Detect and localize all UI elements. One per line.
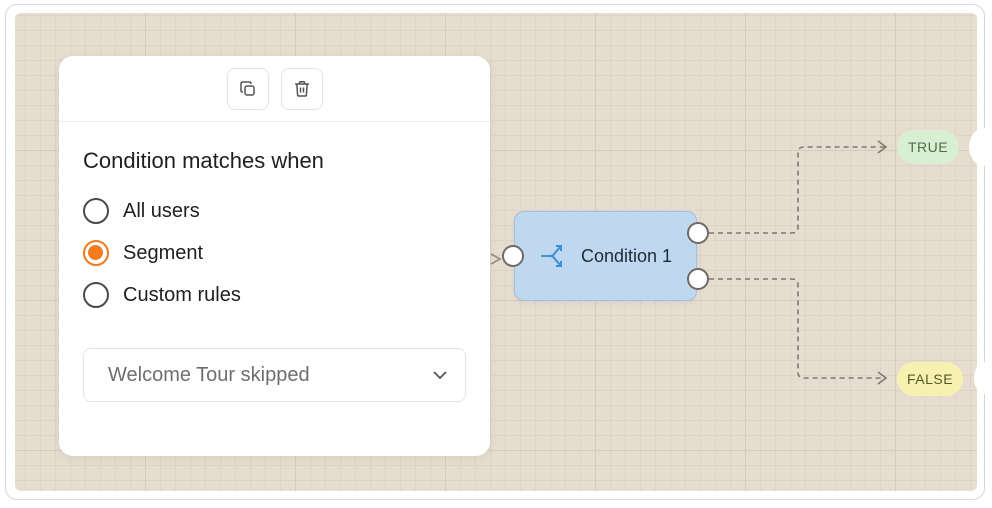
trash-icon bbox=[294, 80, 309, 97]
radio-option-segment[interactable]: Segment bbox=[83, 240, 203, 266]
radio-option-custom-rules[interactable]: Custom rules bbox=[83, 282, 241, 308]
segment-select-value: Welcome Tour skipped bbox=[108, 363, 310, 386]
false-connector bbox=[709, 278, 884, 379]
panel-title: Condition matches when bbox=[83, 148, 324, 173]
copy-icon bbox=[239, 80, 255, 96]
false-branch-badge: FALSE bbox=[897, 362, 963, 396]
chevron-down-icon bbox=[433, 370, 447, 379]
radio-option-all-users[interactable]: All users bbox=[83, 198, 200, 224]
radio-label: All users bbox=[123, 199, 200, 222]
segment-select[interactable]: Welcome Tour skipped bbox=[83, 348, 466, 402]
radio-button[interactable] bbox=[83, 198, 109, 224]
input-port[interactable] bbox=[502, 245, 524, 267]
split-arrows-icon bbox=[541, 245, 562, 267]
next-node-stub bbox=[974, 362, 992, 394]
delete-button[interactable] bbox=[280, 67, 323, 110]
duplicate-button[interactable] bbox=[226, 67, 269, 110]
true-connector bbox=[709, 146, 884, 234]
incoming-arrow bbox=[490, 253, 502, 265]
condition-node-label: Condition 1 bbox=[581, 245, 673, 266]
condition-node[interactable]: Condition 1 bbox=[514, 211, 697, 301]
radio-button[interactable] bbox=[83, 282, 109, 308]
true-branch-badge: TRUE bbox=[897, 130, 959, 164]
radio-button-selected[interactable] bbox=[83, 240, 109, 266]
radio-label: Segment bbox=[123, 241, 204, 264]
true-output-port[interactable] bbox=[687, 222, 709, 244]
panel-toolbar bbox=[59, 56, 490, 122]
radio-label: Custom rules bbox=[123, 283, 241, 306]
false-output-port[interactable] bbox=[687, 268, 709, 290]
next-node-stub bbox=[969, 128, 992, 166]
condition-settings-panel: Condition matches when All users Segment… bbox=[59, 56, 490, 456]
